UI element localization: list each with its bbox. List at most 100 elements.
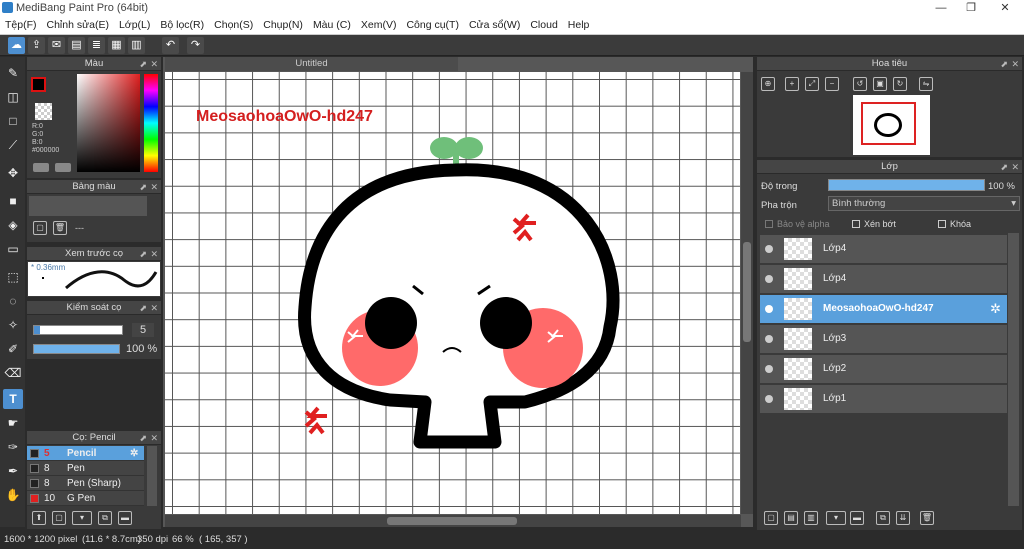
pen-tool-icon[interactable]: ✒ [3, 461, 23, 481]
close-button[interactable]: ✕ [990, 0, 1020, 17]
palette-list[interactable] [29, 196, 147, 216]
hand-tool-icon[interactable]: ✋ [3, 485, 23, 505]
lock-checkbox[interactable] [938, 220, 946, 228]
canvas-vertical-scrollbar[interactable] [741, 72, 753, 514]
navigator-thumbnail[interactable] [853, 95, 930, 155]
merge-layer-icon[interactable]: ⇊ [896, 511, 910, 525]
background-color-swatch[interactable] [35, 103, 52, 120]
layer-row[interactable]: Lớp4 [760, 235, 1007, 264]
zoom-out-icon[interactable]: − [825, 77, 839, 91]
layer-add-menu-icon[interactable]: ▾ [826, 511, 846, 525]
vertical-scroll-thumb[interactable] [743, 242, 751, 342]
gradient-tool-icon[interactable]: ▭ [3, 239, 23, 259]
brush-list-scrollbar[interactable] [147, 446, 157, 506]
popout-icon[interactable]: ⬈ [1000, 160, 1008, 174]
layer-row[interactable]: Lớp3 [760, 325, 1007, 354]
visibility-icon[interactable] [765, 335, 773, 343]
rectangle-tool-icon[interactable]: □ [3, 111, 23, 131]
document-icon[interactable]: ▤ [68, 37, 85, 54]
visibility-icon[interactable] [765, 275, 773, 283]
undo-icon[interactable]: ↶ [162, 37, 179, 54]
brush-opacity-slider[interactable] [33, 344, 120, 354]
menu-filter[interactable]: Bộ lọc(R) [155, 17, 209, 34]
hue-slider[interactable] [144, 74, 158, 172]
visibility-icon[interactable] [765, 365, 773, 373]
new-1bit-layer-icon[interactable]: ▥ [804, 511, 818, 525]
select-rect-icon[interactable]: ⬚ [3, 267, 23, 287]
close-icon[interactable]: ✕ [150, 431, 158, 445]
close-icon[interactable]: ✕ [150, 180, 158, 194]
rotate-left-icon[interactable]: ↺ [853, 77, 867, 91]
menu-select[interactable]: Chọn(S) [209, 17, 258, 34]
zoom-fit-icon[interactable]: ⊕ [761, 77, 775, 91]
popout-icon[interactable]: ⬈ [139, 431, 147, 445]
popout-icon[interactable]: ⬈ [139, 180, 147, 194]
brush-folder-icon[interactable]: ▬ [118, 511, 132, 525]
new-halftone-layer-icon[interactable]: ▤ [784, 511, 798, 525]
menu-help[interactable]: Help [563, 17, 595, 34]
brush-row-g-pen[interactable]: 10 G Pen [27, 491, 144, 506]
close-icon[interactable]: ✕ [1011, 160, 1019, 174]
select-eraser-icon[interactable]: ⌫ [3, 363, 23, 383]
duplicate-layer-icon[interactable]: ⧉ [876, 511, 890, 525]
brush-tool-icon[interactable]: ✎ [3, 63, 23, 83]
eraser-tool-icon[interactable]: ◫ [3, 87, 23, 107]
close-icon[interactable]: ✕ [150, 301, 158, 315]
add-brush-icon[interactable]: ⬆ [32, 511, 46, 525]
bucket-tool-icon[interactable]: ◈ [3, 215, 23, 235]
grid-icon[interactable]: ▦ [108, 37, 125, 54]
close-icon[interactable]: ✕ [150, 247, 158, 261]
saturation-value-picker[interactable] [77, 74, 140, 172]
rotate-right-icon[interactable]: ↻ [893, 77, 907, 91]
layer-list-scrollbar[interactable] [1008, 233, 1019, 506]
clipping-checkbox[interactable] [852, 220, 860, 228]
menu-edit[interactable]: Chỉnh sửa(E) [42, 17, 114, 34]
upload-icon[interactable]: ⇪ [28, 37, 45, 54]
menu-layer[interactable]: Lớp(L) [114, 17, 155, 34]
new-layer-icon[interactable]: ▢ [764, 511, 778, 525]
color-swap-button[interactable] [55, 163, 71, 172]
actual-size-icon[interactable]: ⤢ [805, 77, 819, 91]
menu-snap[interactable]: Chụp(N) [258, 17, 308, 34]
blend-mode-select[interactable]: Bình thường ▾ [828, 196, 1020, 211]
text-tool-icon[interactable]: T [3, 389, 23, 409]
brush-menu-icon[interactable]: ▾ [72, 511, 92, 525]
layer-row[interactable]: Lớp2 [760, 355, 1007, 384]
popout-icon[interactable]: ⬈ [139, 247, 147, 261]
layer-row-selected[interactable]: MeosaohoaOwO-hd247 ✲ [760, 295, 1007, 324]
new-brush-icon[interactable]: ▢ [52, 511, 66, 525]
chat-icon[interactable]: ✉ [48, 37, 65, 54]
canvas-horizontal-scrollbar[interactable] [165, 515, 741, 527]
cloud-icon[interactable]: ☁ [8, 37, 25, 54]
brush-row-pen[interactable]: 8 Pen [27, 461, 144, 476]
lasso-tool-icon[interactable]: ◌ [3, 291, 23, 311]
menu-tools[interactable]: Công cụ(T) [401, 17, 464, 34]
close-icon[interactable]: ✕ [1011, 57, 1019, 71]
brush-settings-icon[interactable]: ✲ [130, 446, 138, 461]
layer-opacity-slider[interactable] [828, 179, 985, 191]
protect-alpha-checkbox[interactable] [765, 220, 773, 228]
foreground-color-swatch[interactable] [31, 77, 46, 92]
popout-icon[interactable]: ⬈ [139, 57, 147, 71]
operation-tool-icon[interactable]: ☛ [3, 413, 23, 433]
brush-size-slider[interactable] [33, 325, 123, 335]
notes-icon[interactable]: ≣ [88, 37, 105, 54]
table-icon[interactable]: ▥ [128, 37, 145, 54]
layer-folder-icon[interactable]: ▬ [850, 511, 864, 525]
document-tab[interactable]: Untitled [165, 57, 458, 71]
brush-copy-icon[interactable]: ⧉ [98, 511, 112, 525]
menu-window[interactable]: Cửa sổ(W) [464, 17, 525, 34]
popout-icon[interactable]: ⬈ [1000, 57, 1008, 71]
menu-file[interactable]: Tệp(F) [0, 17, 42, 34]
redo-icon[interactable]: ↷ [187, 37, 204, 54]
layer-row[interactable]: Lớp4 [760, 265, 1007, 294]
visibility-icon[interactable] [765, 305, 773, 313]
menu-view[interactable]: Xem(V) [356, 17, 402, 34]
close-icon[interactable]: ✕ [150, 57, 158, 71]
minimize-button[interactable]: — [926, 0, 956, 17]
drawing-canvas[interactable]: MeosaohoaOwO-hd247 [165, 72, 740, 514]
layer-row[interactable]: Lớp1 [760, 385, 1007, 414]
brush-size-field[interactable]: 5 [132, 323, 154, 337]
brush-row-pencil[interactable]: 5 Pencil ✲ [27, 446, 144, 461]
eyedropper-tool-icon[interactable]: ✑ [3, 437, 23, 457]
